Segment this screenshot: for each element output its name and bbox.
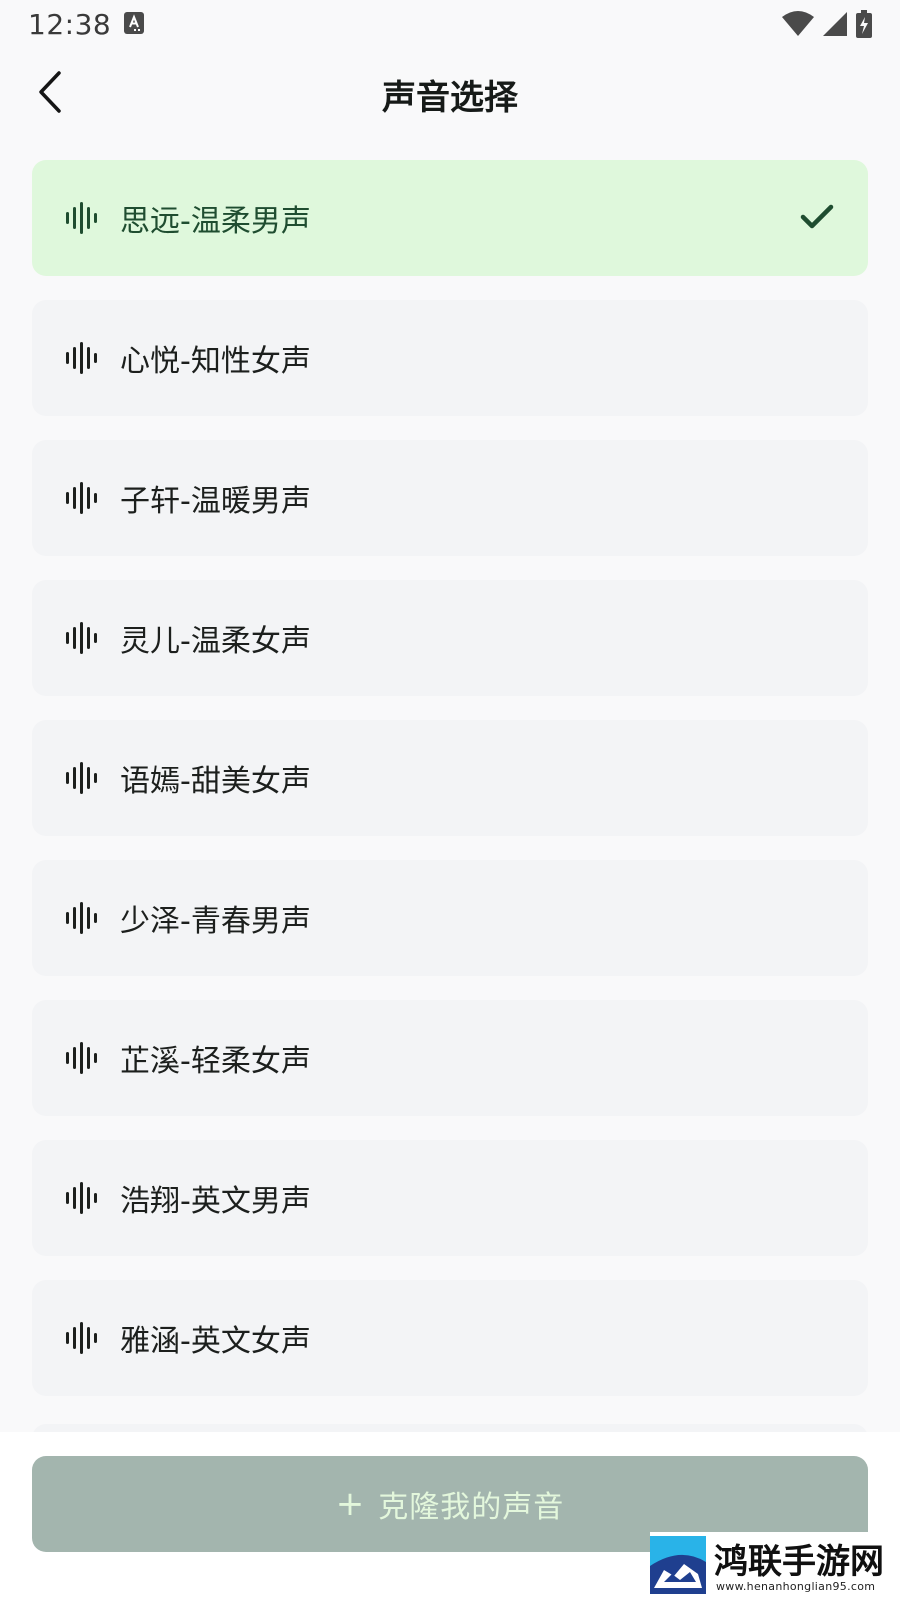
audio-wave-icon [66, 761, 100, 795]
watermark: 鸿联手游网 www.henanhonglian95.com [650, 1532, 900, 1600]
voice-item-zixuan[interactable]: 子轩-温暖男声 [32, 440, 868, 556]
status-time: 12:38 [28, 8, 112, 41]
voice-list: 思远-温柔男声 心悦-知性女声 子轩-温暖男声 灵儿-温柔女声 语嫣-甜美女声 … [32, 160, 868, 1420]
audio-wave-icon [66, 481, 100, 515]
audio-wave-icon [66, 1181, 100, 1215]
voice-label: 少泽-青春男声 [120, 904, 311, 939]
voice-label: 芷溪-轻柔女声 [120, 1044, 311, 1079]
audio-wave-icon [66, 901, 100, 935]
audio-wave-icon [66, 1041, 100, 1075]
watermark-url: www.henanhonglian95.com [716, 1580, 876, 1593]
voice-label: 灵儿-温柔女声 [120, 624, 311, 659]
voice-label: 语嫣-甜美女声 [120, 764, 311, 799]
signal-icon [823, 12, 847, 36]
voice-item-zhixi[interactable]: 芷溪-轻柔女声 [32, 1000, 868, 1116]
text-input-icon [124, 12, 144, 34]
voice-item-linger[interactable]: 灵儿-温柔女声 [32, 580, 868, 696]
voice-item-siyuan[interactable]: 思远-温柔男声 [32, 160, 868, 276]
voice-item-xinyue[interactable]: 心悦-知性女声 [32, 300, 868, 416]
audio-wave-icon [66, 621, 100, 655]
audio-wave-icon [66, 1321, 100, 1355]
watermark-title: 鸿联手游网 [714, 1542, 884, 1582]
battery-charging-icon [856, 10, 872, 38]
check-icon [800, 204, 834, 229]
audio-wave-icon [66, 341, 100, 375]
voice-label: 雅涵-英文女声 [120, 1324, 311, 1359]
voice-item-shaoze[interactable]: 少泽-青春男声 [32, 860, 868, 976]
voice-label: 思远-温柔男声 [120, 204, 311, 239]
voice-label: 子轩-温暖男声 [120, 484, 311, 519]
audio-wave-icon [66, 201, 100, 235]
voice-item-yahan[interactable]: 雅涵-英文女声 [32, 1280, 868, 1396]
watermark-logo-icon [650, 1536, 706, 1594]
header: 声音选择 [0, 50, 900, 134]
wifi-icon [782, 11, 814, 36]
voice-label: 浩翔-英文男声 [120, 1184, 311, 1219]
voice-item-yuyan[interactable]: 语嫣-甜美女声 [32, 720, 868, 836]
status-icons [782, 10, 872, 38]
status-bar: 12:38 [0, 0, 900, 50]
voice-label: 心悦-知性女声 [120, 344, 311, 379]
page-title: 声音选择 [382, 78, 518, 118]
plus-icon: + [335, 1484, 365, 1524]
voice-item-haoxiang[interactable]: 浩翔-英文男声 [32, 1140, 868, 1256]
clone-voice-label: 克隆我的声音 [378, 1490, 565, 1525]
